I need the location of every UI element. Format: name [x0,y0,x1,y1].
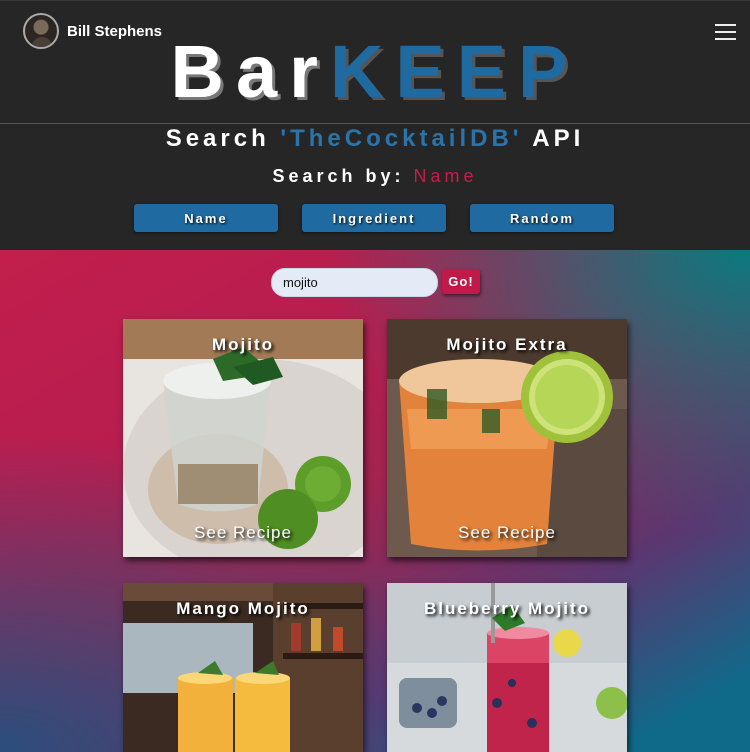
random-button[interactable]: Random [470,204,614,232]
search-api-title: Search 'TheCocktailDB' API [0,124,750,154]
app-logo: BarKEEP [0,32,750,112]
card-title: Mango Mojito [176,599,310,618]
search-input[interactable] [271,268,438,297]
top-border [0,0,750,1]
search-by-ingredient-button[interactable]: Ingredient [302,204,446,232]
app-header: Bill Stephens BarKEEP Search 'TheCocktai… [0,0,750,250]
search-by-name-button[interactable]: Name [134,204,278,232]
drink-card-mojito-extra[interactable]: Mojito Extra See Recipe [387,319,627,557]
results-area: Go! Mojito See Recipe [0,250,750,752]
search-by-prefix: Search by: [272,166,414,186]
card-title: Blueberry Mojito [423,599,591,618]
search-by-label: Search by: Name [0,164,750,188]
search-mode-value: Name [413,166,478,186]
api-name: 'TheCocktailDB' [280,125,523,152]
drink-card-mojito[interactable]: Mojito See Recipe [123,319,363,557]
see-recipe-link[interactable]: See Recipe [123,523,363,543]
card-title: Mojito Extra [446,335,568,354]
search-title-suffix: API [522,125,585,152]
drink-card-blueberry-mojito[interactable]: Blueberry Mojito [387,583,627,752]
drink-card-mango-mojito[interactable]: Mango Mojito [123,583,363,752]
go-button[interactable]: Go! [442,269,480,294]
search-title-prefix: Search [165,125,281,152]
card-title: Mojito [211,335,275,354]
logo-part-keep: KEEP [329,30,580,113]
see-recipe-link[interactable]: See Recipe [387,523,627,543]
logo-part-bar: Bar [170,30,330,113]
